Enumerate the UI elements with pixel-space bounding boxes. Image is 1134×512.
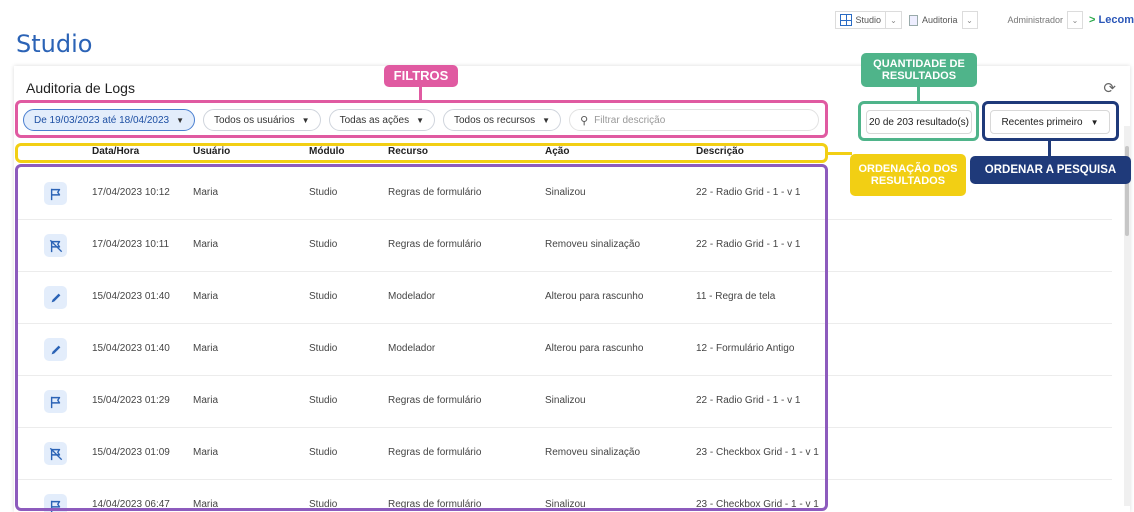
studio-switcher-label: Studio (855, 15, 881, 25)
filtros-connector (419, 87, 422, 101)
results-highlight (15, 164, 828, 511)
filters-highlight (15, 100, 828, 138)
refresh-icon[interactable]: ⟳ (1103, 79, 1116, 97)
chevron-right-icon: > (1089, 14, 1096, 26)
quantidade-connector (917, 87, 920, 101)
document-icon (908, 14, 918, 26)
ordenar-label: ORDENAR A PESQUISA (970, 156, 1131, 184)
ordenar-connector (1048, 141, 1051, 157)
user-menu[interactable]: Administrador (1008, 15, 1064, 25)
top-bar: Studio ⌄ Auditoria ⌄ Administrador ⌄ > L… (832, 10, 1134, 30)
sort-highlight (982, 101, 1119, 141)
ordenacao-connector (828, 152, 852, 155)
app-title: Studio (16, 30, 93, 58)
studio-switcher[interactable]: Studio (835, 11, 886, 29)
sorting-highlight (15, 143, 828, 163)
studio-dropdown[interactable]: ⌄ (885, 11, 902, 29)
quantidade-label: QUANTIDADE DE RESULTADOS (861, 53, 977, 87)
auditoria-switcher[interactable]: Auditoria (904, 11, 962, 29)
brand-name: Lecom (1098, 14, 1134, 26)
ordenacao-label: ORDENAÇÃO DOS RESULTADOS (850, 154, 966, 196)
filtros-label: FILTROS (384, 65, 458, 87)
brand-logo: > Lecom (1089, 14, 1134, 26)
page-title: Auditoria de Logs (26, 80, 135, 96)
grid-icon (840, 14, 853, 26)
user-dropdown[interactable]: ⌄ (1067, 11, 1084, 29)
count-highlight (858, 101, 979, 141)
auditoria-dropdown[interactable]: ⌄ (961, 11, 978, 29)
auditoria-switcher-label: Auditoria (921, 15, 958, 25)
